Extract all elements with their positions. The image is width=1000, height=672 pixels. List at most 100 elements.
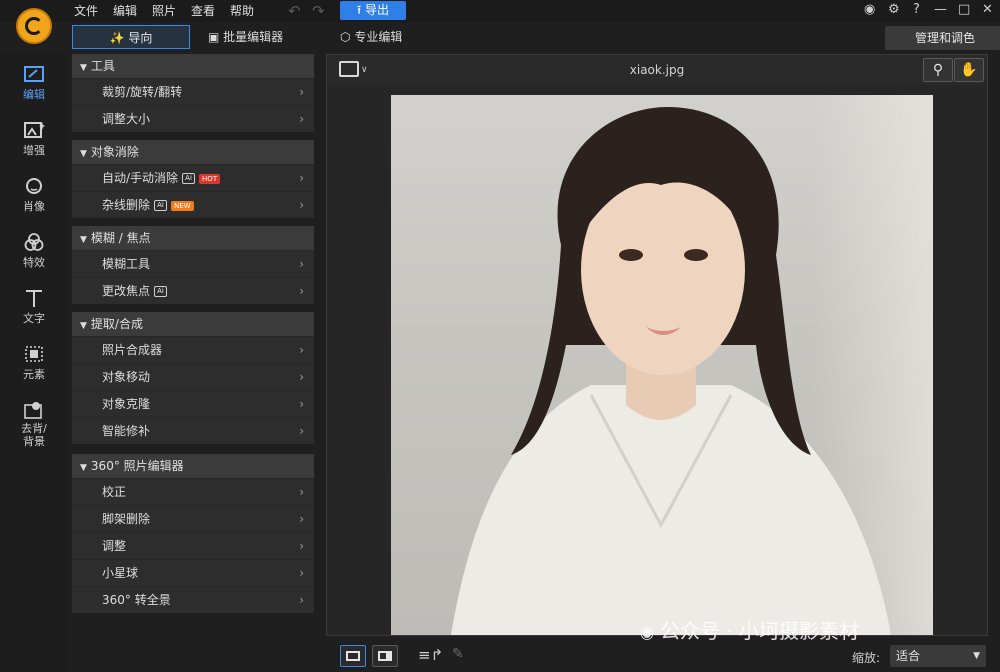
magnifier-icon: ⚲ — [932, 62, 944, 78]
tool-item-object-clone[interactable]: 对象克隆 › — [72, 390, 314, 417]
chevron-right-icon: › — [299, 198, 304, 212]
group-header[interactable]: ▼ 提取/合成 — [72, 312, 314, 336]
zoom-label: 缩放: — [852, 651, 881, 665]
viewer-header: ∨ xiaok.jpg ⚲ ✋ — [327, 55, 987, 85]
tool-item-object-move[interactable]: 对象移动 › — [72, 363, 314, 390]
ai-icon: Ai — [182, 173, 196, 184]
app-logo — [16, 8, 52, 44]
hand-icon: ✋ — [960, 62, 978, 78]
chevron-right-icon: › — [299, 397, 304, 411]
group-extract-compose: ▼ 提取/合成 照片合成器 › 对象移动 › 对象克隆 › 智能修补 › — [72, 312, 314, 444]
chevron-right-icon: › — [299, 424, 304, 438]
image-viewer: ∨ xiaok.jpg ⚲ ✋ — [326, 54, 988, 636]
compare-view-button[interactable] — [372, 645, 398, 667]
group-header[interactable]: ▼ 对象消除 — [72, 140, 314, 164]
chevron-right-icon: › — [299, 85, 304, 99]
chevron-right-icon: › — [299, 284, 304, 298]
single-view-icon — [346, 651, 360, 661]
rail-item-effects[interactable]: 特效 — [0, 232, 68, 270]
pan-tool-button[interactable]: ✋ — [954, 58, 984, 82]
compare-view-icon — [378, 651, 392, 661]
menu-photo[interactable]: 照片 — [152, 2, 176, 20]
tab-batch-label: 批量编辑器 — [223, 30, 284, 44]
tool-item-change-focus[interactable]: 更改焦点 Ai › — [72, 277, 314, 304]
tab-batch-editor[interactable]: ▣ 批量编辑器 — [208, 25, 308, 49]
export-button[interactable]: ⭱ 导出 — [340, 1, 406, 20]
tool-item-wire-removal[interactable]: 杂线删除 Ai NEW › — [72, 191, 314, 218]
rail-item-enhance[interactable]: 增强 — [0, 120, 68, 158]
wechat-icon: ◉ — [640, 623, 654, 642]
redo-icon[interactable]: ↷ — [312, 2, 325, 20]
tool-item-tripod-removal[interactable]: 脚架删除 › — [72, 505, 314, 532]
notification-icon[interactable]: ◉ — [864, 2, 875, 18]
export-label: 导出 — [365, 3, 390, 17]
group-header[interactable]: ▼ 模糊 / 焦点 — [72, 226, 314, 250]
bottom-bar: ≡↱ ✎ 缩放: 适合 ▼ — [326, 642, 1000, 672]
rail-item-portrait[interactable]: 肖像 — [0, 176, 68, 214]
collapse-triangle-icon: ▼ — [80, 463, 87, 473]
undo-icon[interactable]: ↶ — [288, 2, 301, 20]
portrait-photo — [451, 106, 891, 635]
tab-pro-label: 专业编辑 — [354, 30, 403, 44]
hot-badge: HOT — [199, 173, 221, 184]
chevron-right-icon: › — [299, 566, 304, 580]
tab-guide[interactable]: ✨ 导向 — [72, 25, 190, 49]
tool-item-correction[interactable]: 校正 › — [72, 478, 314, 505]
ai-icon: Ai — [154, 286, 168, 297]
eraser-icon[interactable]: ✎ — [452, 646, 464, 662]
chevron-right-icon: › — [299, 370, 304, 384]
tool-item-smart-patch[interactable]: 智能修补 › — [72, 417, 314, 444]
maximize-icon[interactable]: □ — [958, 2, 970, 18]
chevron-right-icon: › — [299, 593, 304, 607]
single-view-button[interactable] — [340, 645, 366, 667]
rail-item-remove-bg[interactable]: 去背/背景 — [0, 400, 68, 448]
wand-icon: ✨ — [109, 31, 125, 45]
tool-item-auto-removal[interactable]: 自动/手动消除 Ai HOT › — [72, 164, 314, 191]
zoom-select[interactable]: 适合 ▼ — [890, 645, 986, 667]
menu-edit[interactable]: 编辑 — [113, 2, 137, 20]
new-badge: NEW — [171, 200, 194, 211]
tool-item-photo-composer[interactable]: 照片合成器 › — [72, 336, 314, 363]
minimize-icon[interactable]: — — [934, 2, 947, 18]
chevron-right-icon: › — [299, 343, 304, 357]
chevron-right-icon: › — [299, 512, 304, 526]
rail-item-text[interactable]: 文字 — [0, 288, 68, 326]
chevron-right-icon: › — [299, 171, 304, 185]
tool-item-tiny-planet[interactable]: 小星球 › — [72, 559, 314, 586]
tool-item-blur[interactable]: 模糊工具 › — [72, 250, 314, 277]
group-header[interactable]: ▼ 工具 — [72, 54, 314, 78]
tab-pro-editor[interactable]: ⬡ 专业编辑 — [340, 25, 430, 49]
chevron-right-icon: › — [299, 485, 304, 499]
rail-item-edit[interactable]: 编辑 — [0, 64, 68, 102]
rail-item-elements[interactable]: 元素 — [0, 344, 68, 382]
manage-color-dropdown[interactable]: 管理和调色 ∨ — [885, 26, 1000, 50]
chevron-right-icon: › — [299, 539, 304, 553]
photo-canvas[interactable] — [391, 95, 933, 635]
tool-panel: ▼ 工具 裁剪/旋转/翻转 › 调整大小 › ▼ 对象消除 自动/手动消除 Ai HOT › … — [72, 54, 314, 614]
tool-item-360-to-panorama[interactable]: 360° 转全景 › — [72, 586, 314, 613]
collapse-triangle-icon: ▼ — [80, 235, 87, 245]
collapse-triangle-icon: ▼ — [80, 149, 87, 159]
zoom-tool-button[interactable]: ⚲ — [923, 58, 953, 82]
group-header[interactable]: ▼ 360° 照片编辑器 — [72, 454, 314, 478]
tab-guide-label: 导向 — [128, 31, 153, 45]
enhance-icon — [24, 122, 45, 138]
menu-view[interactable]: 查看 — [191, 2, 215, 20]
rail-label-elements: 元素 — [23, 368, 45, 381]
group-blur-focus: ▼ 模糊 / 焦点 模糊工具 › 更改焦点 Ai › — [72, 226, 314, 304]
export-icon: ⭱ — [356, 3, 362, 17]
tool-item-adjust[interactable]: 调整 › — [72, 532, 314, 559]
chevron-right-icon: › — [299, 257, 304, 271]
tool-item-crop-rotate[interactable]: 裁剪/旋转/翻转 › — [72, 78, 314, 105]
edit-icon — [24, 66, 44, 82]
compare-arrange-icon[interactable]: ≡↱ — [418, 646, 443, 664]
rail-label-effects: 特效 — [23, 256, 45, 269]
file-name: xiaok.jpg — [629, 63, 685, 77]
settings-gear-icon[interactable]: ⚙ — [888, 2, 900, 18]
menu-help[interactable]: 帮助 — [230, 2, 254, 20]
tool-item-resize[interactable]: 调整大小 › — [72, 105, 314, 132]
help-button[interactable]: ? — [913, 2, 920, 18]
menu-file[interactable]: 文件 — [74, 2, 98, 20]
close-icon[interactable]: ✕ — [982, 2, 993, 18]
rail-label-edit: 编辑 — [23, 88, 45, 101]
